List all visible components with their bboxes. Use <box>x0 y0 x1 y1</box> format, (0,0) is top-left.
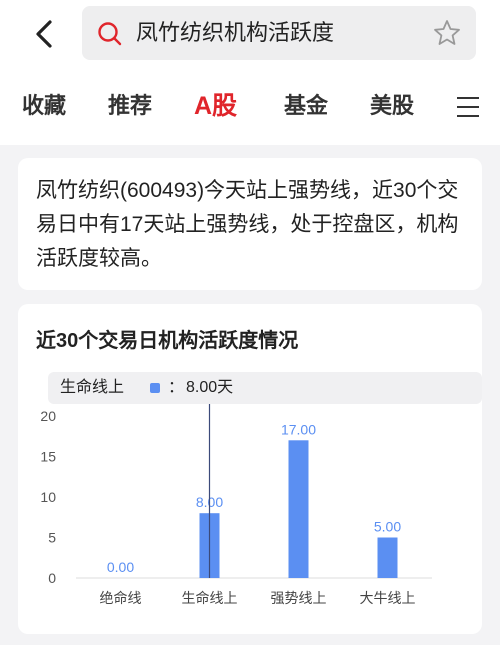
tooltip-swatch <box>150 383 160 393</box>
x-tick-label: 生命线上 <box>182 590 238 606</box>
x-tick-label: 强势线上 <box>271 590 327 606</box>
tooltip-value: 8.00天 <box>186 379 234 396</box>
back-arrow-icon[interactable] <box>26 12 66 56</box>
tab-bar: 收藏 推荐 A股 基金 美股 <box>0 84 500 128</box>
bar-3 <box>377 537 398 578</box>
star-icon[interactable] <box>432 18 462 48</box>
menu-icon[interactable] <box>455 94 481 120</box>
chart-tooltip: 生命线上 ： 8.00天 <box>48 372 482 404</box>
tooltip-colon: ： <box>168 379 185 396</box>
x-tick-label: 绝命线 <box>100 590 142 606</box>
y-tick-label: 0 <box>48 570 56 586</box>
y-tick-label: 10 <box>40 489 56 505</box>
data-label: 17.00 <box>281 421 316 437</box>
y-tick-label: 5 <box>48 530 56 546</box>
y-tick-label: 15 <box>40 449 56 465</box>
summary-text: 凤竹纺织(600493)今天站上强势线，近30个交易日中有17天站上强势线，处于… <box>36 179 459 270</box>
search-query[interactable]: 凤竹纺织机构活跃度 <box>136 6 334 60</box>
x-tick-label: 大牛线上 <box>360 590 416 606</box>
data-label: 5.00 <box>374 519 401 535</box>
tab-favorites[interactable]: 收藏 <box>22 84 66 128</box>
header: 凤竹纺织机构活跃度 收藏 推荐 A股 基金 美股 <box>0 0 500 145</box>
summary-card: 凤竹纺织(600493)今天站上强势线，近30个交易日中有17天站上强势线，处于… <box>18 158 482 290</box>
tab-a-shares[interactable]: A股 <box>194 84 237 128</box>
tab-recommended[interactable]: 推荐 <box>108 84 152 128</box>
search-box[interactable]: 凤竹纺织机构活跃度 <box>82 6 476 60</box>
tooltip-label: 生命线上 <box>60 379 125 396</box>
tab-funds[interactable]: 基金 <box>284 84 328 128</box>
tab-us-stocks[interactable]: 美股 <box>370 84 414 128</box>
y-tick-label: 20 <box>40 408 56 424</box>
bar-chart: 051015200.00绝命线8.00生命线上17.00强势线上5.00大牛线上 <box>40 404 432 606</box>
bar-2 <box>288 440 309 578</box>
data-label: 0.00 <box>107 559 134 575</box>
search-icon <box>98 22 122 46</box>
activity-chart-card: 近30个交易日机构活跃度情况 0 5 10 15 20 0.00 绝命线 8.00 生命线上 17… <box>18 304 482 634</box>
